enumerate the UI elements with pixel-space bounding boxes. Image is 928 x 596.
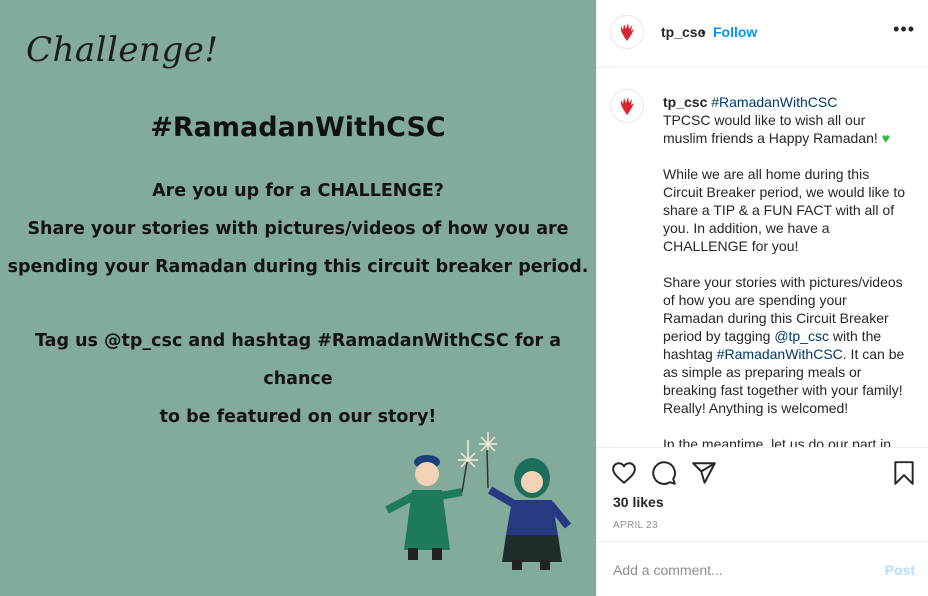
challenge-line: Share your stories with pictures/videos … bbox=[27, 219, 569, 239]
hashtag-title: #RamadanWithCSC bbox=[150, 112, 446, 143]
post-sidebar: tp_csc • Follow ••• tp_csc #RamadanWithC… bbox=[596, 0, 928, 596]
more-options-icon[interactable]: ••• bbox=[893, 19, 915, 40]
heart-icon[interactable] bbox=[611, 460, 637, 486]
separator-dot: • bbox=[701, 24, 706, 40]
comment-icon[interactable] bbox=[651, 460, 677, 486]
tp-logo-icon bbox=[620, 97, 634, 115]
header-username[interactable]: tp_csc bbox=[661, 24, 705, 40]
tag-line: Tag us @tp_csc and hashtag #RamadanWithC… bbox=[34, 331, 562, 389]
post-header: tp_csc • Follow ••• bbox=[597, 0, 928, 68]
caption-username[interactable]: tp_csc bbox=[663, 94, 707, 110]
caption-area[interactable]: tp_csc #RamadanWithCSC TPCSC would like … bbox=[597, 69, 928, 447]
tag-text: Tag us @tp_csc and hashtag #RamadanWithC… bbox=[0, 322, 596, 436]
caption-para1: TPCSC would like to wish all our muslim … bbox=[663, 112, 878, 146]
challenge-line: Are you up for a CHALLENGE? bbox=[152, 181, 444, 201]
caption-para2: While we are all home during this Circui… bbox=[663, 166, 905, 254]
caption-mention[interactable]: @tp_csc bbox=[774, 328, 829, 344]
post-button[interactable]: Post bbox=[885, 562, 915, 578]
caption-text: tp_csc #RamadanWithCSC TPCSC would like … bbox=[663, 93, 909, 447]
share-icon[interactable] bbox=[691, 460, 717, 486]
avatar[interactable] bbox=[610, 89, 644, 123]
post-date[interactable]: APRIL 23 bbox=[613, 520, 658, 531]
challenge-heading: Challenge! bbox=[26, 30, 219, 70]
challenge-line: spending your Ramadan during this circui… bbox=[7, 257, 589, 277]
comment-input[interactable] bbox=[613, 559, 863, 581]
kids-sparklers-illustration bbox=[385, 432, 572, 570]
post-image[interactable]: Challenge! #RamadanWithCSC Are you up fo… bbox=[0, 0, 596, 596]
bookmark-icon[interactable] bbox=[891, 460, 917, 486]
likes-count[interactable]: 30 likes bbox=[613, 494, 664, 510]
comment-bar: Post bbox=[597, 541, 928, 596]
action-bar: 30 likes APRIL 23 bbox=[597, 447, 928, 541]
caption-para4: In the meantime, let us do our part in bbox=[663, 436, 892, 447]
challenge-text: Are you up for a CHALLENGE? Share your s… bbox=[0, 172, 596, 286]
caption-hashtag[interactable]: #RamadanWithCSC bbox=[711, 94, 837, 110]
follow-button[interactable]: Follow bbox=[713, 24, 757, 40]
avatar[interactable] bbox=[610, 15, 644, 49]
green-heart-icon: ♥ bbox=[881, 130, 890, 146]
caption-hashtag-inline[interactable]: #RamadanWithCSC bbox=[717, 346, 843, 362]
tp-logo-icon bbox=[620, 23, 634, 41]
